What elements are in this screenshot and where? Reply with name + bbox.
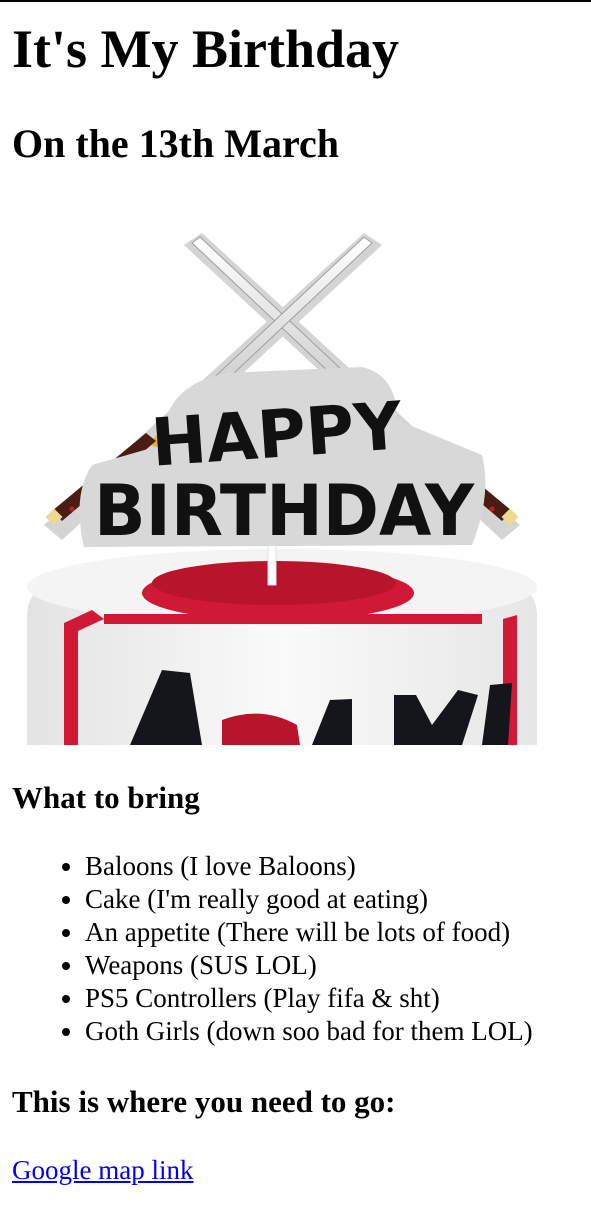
page-title: It's My Birthday xyxy=(12,19,400,79)
list-item: PS5 Controllers (Play fifa & sht) xyxy=(85,982,533,1015)
google-map-link[interactable]: Google map link xyxy=(12,1154,193,1187)
page-subtitle: On the 13th March xyxy=(12,121,340,166)
list-item: Weapons (SUS LOL) xyxy=(85,949,533,982)
birthday-topper: HAPPY BIRTHDAY xyxy=(79,367,486,552)
list-item: Baloons (I love Baloons) xyxy=(85,850,533,883)
list-item: Cake (I'm really good at eating) xyxy=(85,883,533,916)
bring-list: Baloons (I love Baloons) Cake (I'm reall… xyxy=(12,850,533,1048)
birthday-cake-image: HAPPY BIRTHDAY xyxy=(12,195,552,745)
location-heading: This is where you need to go: xyxy=(12,1084,396,1119)
cake-body xyxy=(27,549,537,745)
list-item: An appetite (There will be lots of food) xyxy=(85,916,533,949)
what-to-bring-heading: What to bring xyxy=(12,780,200,815)
list-item: Goth Girls (down soo bad for them LOL) xyxy=(85,1015,533,1048)
top-border xyxy=(0,0,591,2)
topper-line-2: BIRTHDAY xyxy=(94,470,475,552)
